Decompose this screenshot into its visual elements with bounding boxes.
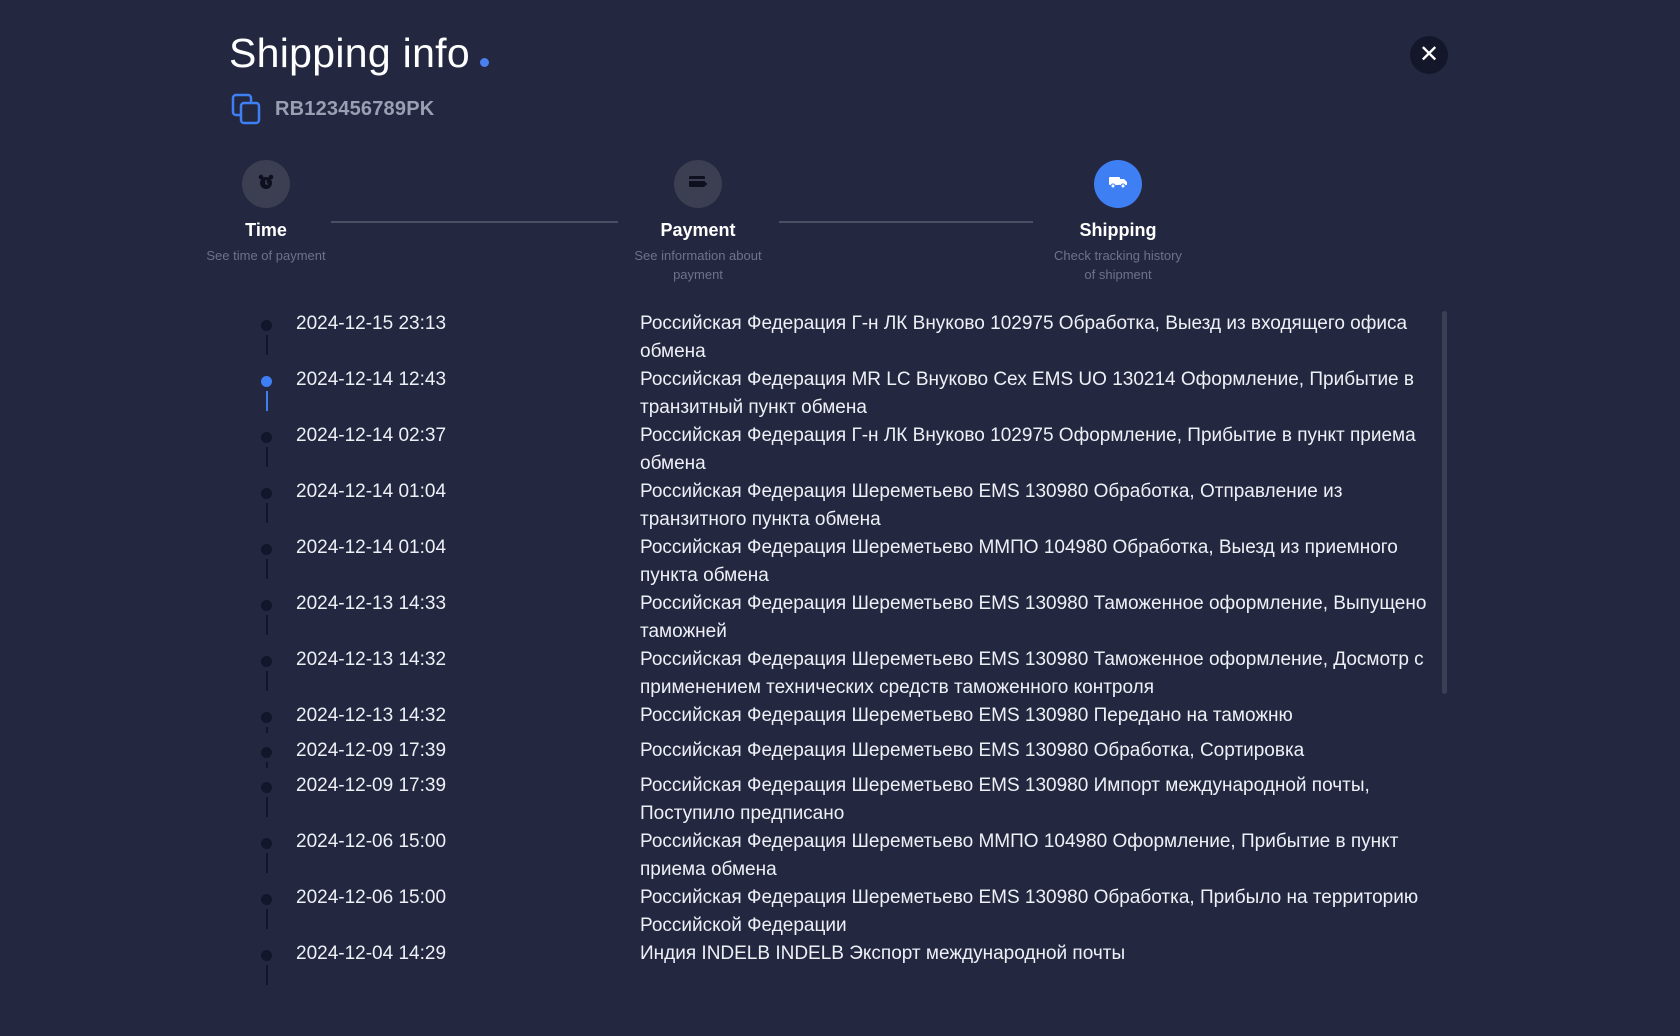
scrollbar[interactable] <box>1442 311 1447 694</box>
timeline-dot <box>261 544 272 555</box>
timeline-dot <box>261 950 272 961</box>
timeline-dot <box>261 600 272 611</box>
step-description: Check tracking history of shipment <box>1054 248 1182 282</box>
step-label: Time <box>245 220 287 240</box>
timeline-connector <box>266 391 268 411</box>
event-description: Российская Федерация Шереметьево EMS 130… <box>640 593 1427 642</box>
title-accent-dot <box>479 58 489 67</box>
timeline-connector <box>266 503 268 523</box>
timeline-dot <box>261 432 272 443</box>
timeline-connector <box>266 671 268 691</box>
close-icon: ✕ <box>1418 41 1440 68</box>
modal-title-text: Shipping info <box>229 30 470 76</box>
step-time[interactable]: Time See time of payment <box>196 160 336 265</box>
close-button[interactable]: ✕ <box>1410 36 1448 74</box>
timeline-dot <box>261 488 272 499</box>
step-connector <box>331 221 618 223</box>
shipping-info-modal: Shipping info ✕ RB123456789PK Time See t… <box>0 0 1680 1036</box>
event-date: 2024-12-09 17:39 <box>296 740 447 761</box>
copy-icon[interactable] <box>231 93 261 125</box>
timeline-connector <box>266 727 268 733</box>
event-date: 2024-12-14 01:04 <box>296 537 447 558</box>
step-label: Payment <box>660 220 736 240</box>
tracking-number: RB123456789PK <box>275 97 435 120</box>
timeline-dot <box>261 838 272 849</box>
timeline-dot <box>261 376 272 387</box>
event-description: Российская Федерация Шереметьево EMS 130… <box>640 649 1424 698</box>
event-date: 2024-12-15 23:13 <box>296 313 447 334</box>
event-date: 2024-12-14 01:04 <box>296 481 447 502</box>
credit-card-icon <box>688 174 708 195</box>
progress-steps: Time See time of payment Payment See inf… <box>0 160 1680 290</box>
event-description: Российская Федерация Шереметьево EMS 130… <box>640 887 1419 936</box>
step-circle <box>242 160 290 208</box>
event-description: Российская Федерация Шереметьево EMS 130… <box>640 705 1293 726</box>
event-description: Российская Федерация Шереметьево EMS 130… <box>640 481 1343 530</box>
step-label: Shipping <box>1079 220 1157 240</box>
timeline-connector <box>266 909 268 929</box>
event-date: 2024-12-06 15:00 <box>296 887 447 908</box>
step-circle <box>674 160 722 208</box>
event-date: 2024-12-13 14:32 <box>296 705 447 726</box>
event-date: 2024-12-09 17:39 <box>296 775 447 796</box>
timeline-connector <box>266 853 268 873</box>
event-date: 2024-12-14 12:43 <box>296 369 447 390</box>
timeline-dot <box>261 894 272 905</box>
event-description: Индия INDELB INDELB Экспорт международно… <box>640 943 1126 964</box>
step-description: See time of payment <box>206 248 326 263</box>
tracking-number-row: RB123456789PK <box>231 93 434 125</box>
event-date: 2024-12-04 14:29 <box>296 943 447 964</box>
timeline-connector <box>266 762 268 768</box>
timeline-dot <box>261 782 272 793</box>
timeline-connector <box>266 447 268 467</box>
step-connector <box>779 221 1033 223</box>
step-shipping[interactable]: Shipping Check tracking history of shipm… <box>1048 160 1188 284</box>
event-description: Российская Федерация Шереметьево EMS 130… <box>640 740 1305 761</box>
timeline-dot <box>261 656 272 667</box>
step-payment[interactable]: Payment See information about payment <box>628 160 768 284</box>
timeline-dot <box>261 747 272 758</box>
event-description: Российская Федерация Шереметьево ММПО 10… <box>640 537 1398 586</box>
event-description: Российская Федерация MR LC Внуково Сех E… <box>640 369 1414 418</box>
alarm-clock-icon <box>257 173 275 196</box>
modal-title: Shipping info <box>229 30 489 77</box>
timeline-dot <box>261 712 272 723</box>
timeline-connector <box>266 335 268 355</box>
event-description: Российская Федерация Г-н ЛК Внуково 1029… <box>640 313 1408 362</box>
step-circle <box>1094 160 1142 208</box>
timeline-connector <box>266 615 268 635</box>
event-description: Российская Федерация Г-н ЛК Внуково 1029… <box>640 425 1416 474</box>
timeline-connector <box>266 559 268 579</box>
truck-icon <box>1108 174 1128 195</box>
event-date: 2024-12-13 14:32 <box>296 649 447 670</box>
timeline-dot <box>261 320 272 331</box>
step-description: See information about payment <box>634 248 762 282</box>
timeline-connector <box>266 797 268 817</box>
event-date: 2024-12-14 02:37 <box>296 425 447 446</box>
event-description: Российская Федерация Шереметьево ММПО 10… <box>640 831 1399 880</box>
timeline-connector <box>266 965 268 985</box>
event-date: 2024-12-06 15:00 <box>296 831 447 852</box>
event-description: Российская Федерация Шереметьево EMS 130… <box>640 775 1370 824</box>
event-date: 2024-12-13 14:33 <box>296 593 447 614</box>
